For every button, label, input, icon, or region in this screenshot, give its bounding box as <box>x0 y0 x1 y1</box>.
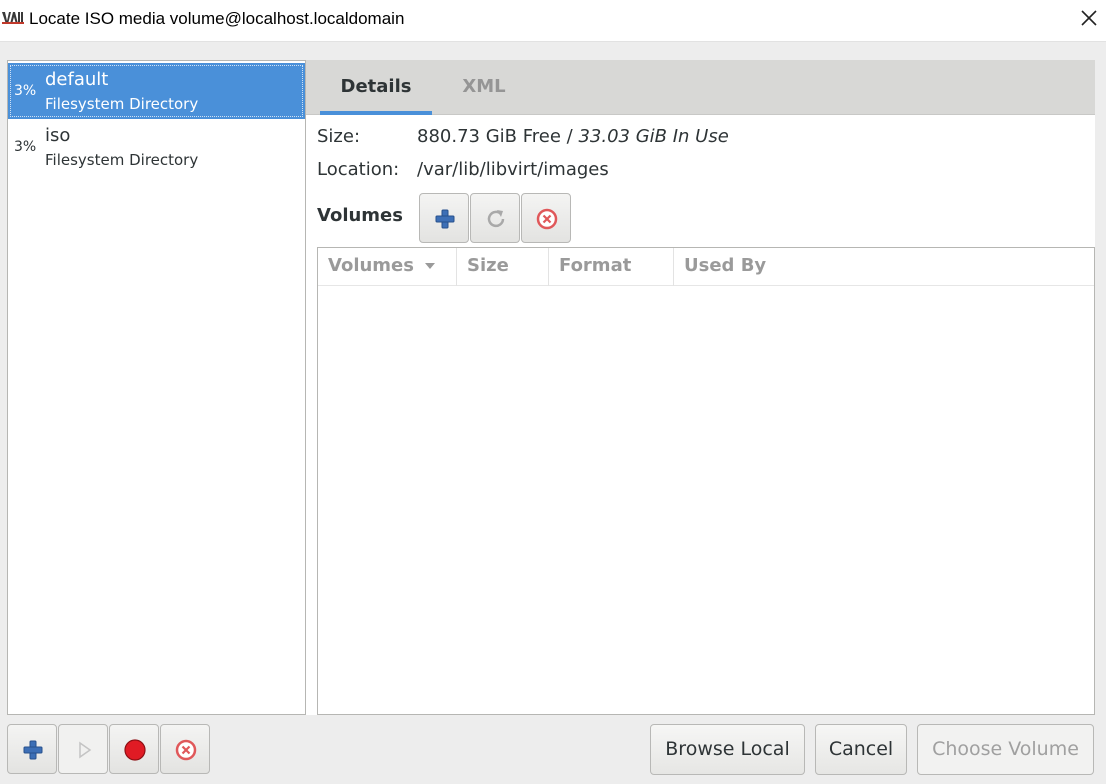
tab-strip: Details XML <box>306 60 1095 115</box>
refresh-volumes-button[interactable] <box>470 193 520 243</box>
size-free: 880.73 GiB Free <box>417 126 561 147</box>
cancel-button[interactable]: Cancel <box>815 724 907 775</box>
volumes-heading: Volumes <box>317 205 403 226</box>
choose-volume-button[interactable]: Choose Volume <box>917 724 1094 775</box>
column-label: Volumes <box>328 255 414 276</box>
stop-pool-button[interactable] <box>109 724 159 774</box>
storage-pool-list[interactable]: 3% default Filesystem Directory 3% iso F… <box>7 60 306 715</box>
column-used-by[interactable]: Used By <box>674 248 1094 286</box>
add-icon <box>435 209 455 229</box>
delete-icon <box>536 208 558 230</box>
volumes-table[interactable]: Volumes Size Format Used By <box>317 247 1095 715</box>
pool-usage-percent: 3% <box>14 83 37 99</box>
pool-item-default[interactable]: 3% default Filesystem Directory <box>8 63 305 119</box>
size-in-use: 33.03 GiB In Use <box>578 126 729 147</box>
pool-name: iso <box>45 125 71 146</box>
sort-desc-icon <box>425 263 436 269</box>
size-label: Size: <box>317 126 361 147</box>
pool-details-panel: Details XML Size: 880.73 GiB Free / 33.0… <box>306 60 1095 715</box>
tab-xml[interactable]: XML <box>434 60 534 115</box>
pool-type: Filesystem Directory <box>45 151 199 169</box>
virt-manager-logo-icon <box>2 12 24 24</box>
column-size[interactable]: Size <box>457 248 549 286</box>
delete-pool-button[interactable] <box>160 724 210 774</box>
stop-icon <box>124 739 146 761</box>
play-icon <box>79 741 92 759</box>
delete-volume-button[interactable] <box>521 193 571 243</box>
details-body: Size: 880.73 GiB Free / 33.03 GiB In Use… <box>306 115 1095 715</box>
close-button[interactable] <box>1074 3 1104 33</box>
browse-local-button[interactable]: Browse Local <box>650 724 805 775</box>
delete-icon <box>175 739 197 761</box>
pool-type: Filesystem Directory <box>45 95 199 113</box>
size-separator: / <box>560 126 579 147</box>
pool-usage-percent: 3% <box>14 139 37 155</box>
column-format[interactable]: Format <box>549 248 674 286</box>
window-title: Locate ISO media volume@localhost.locald… <box>29 9 405 28</box>
column-volumes[interactable]: Volumes <box>318 248 457 286</box>
pool-name: default <box>45 69 109 90</box>
title-bar: Locate ISO media volume@localhost.locald… <box>0 0 1106 42</box>
location-value: /var/lib/libvirt/images <box>417 159 609 180</box>
close-icon <box>1081 10 1097 26</box>
pool-item-iso[interactable]: 3% iso Filesystem Directory <box>8 119 305 175</box>
location-label: Location: <box>317 159 400 180</box>
start-pool-button[interactable] <box>58 724 108 774</box>
refresh-icon <box>487 210 505 228</box>
add-volume-button[interactable] <box>419 193 469 243</box>
size-value: 880.73 GiB Free / 33.03 GiB In Use <box>417 126 729 147</box>
add-pool-button[interactable] <box>7 724 57 774</box>
tab-details[interactable]: Details <box>320 60 432 115</box>
add-icon <box>23 740 43 760</box>
volumes-table-header: Volumes Size Format Used By <box>318 248 1094 286</box>
